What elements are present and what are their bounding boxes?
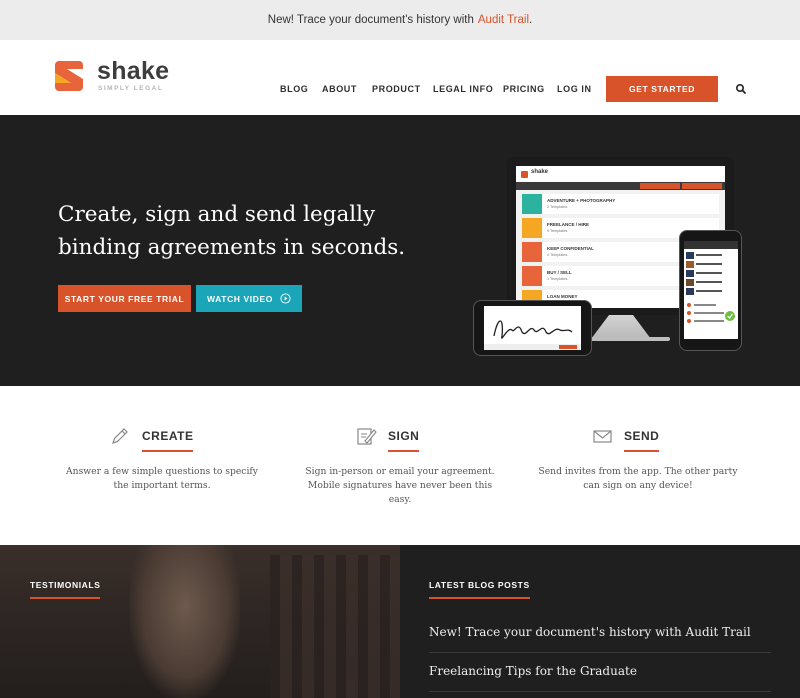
nav-pricing[interactable]: PRICING [503,84,545,94]
search-icon[interactable] [735,83,747,95]
post-divider [429,691,771,692]
post-divider [429,652,771,653]
nav-about[interactable]: ABOUT [322,84,357,94]
blog-panel: LATEST BLOG POSTS New! Trace your docume… [400,545,800,698]
phone-landscape-mockup [473,300,592,356]
envelope-icon [593,430,612,443]
watch-video-button[interactable]: WATCH VIDEO [196,285,302,312]
announcement-suffix: . [529,14,533,26]
signature-scribble [484,320,581,350]
feature-title: CREATE [142,429,194,452]
pencil-icon [112,428,128,444]
announcement-bar: New! Trace your document's history with … [0,0,800,40]
nav-log-in[interactable]: LOG IN [557,84,592,94]
feature-header: CREATE [110,426,194,452]
start-free-trial-button[interactable]: START YOUR FREE TRIAL [58,285,191,312]
blog-post-link[interactable]: New! Trace your document's history with … [429,625,771,639]
sign-document-icon [357,428,377,445]
bottom-section: TESTIMONIALS LATEST BLOG POSTS New! Trac… [0,545,800,698]
testimonials-panel: TESTIMONIALS [0,545,400,698]
feature-description: Send invites from the app. The other par… [538,466,738,491]
nav-legal-info[interactable]: LEGAL INFO [433,84,493,94]
monitor-stand [591,315,651,339]
phone-app-list [684,241,738,323]
signature-screen [484,306,581,350]
feature-header: SEND [592,426,660,452]
feature-title: SIGN [388,429,420,452]
brand-tagline: SIMPLY LEGAL [98,85,164,92]
nav-product[interactable]: PRODUCT [372,84,421,94]
get-started-button[interactable]: GET STARTED [606,76,718,102]
hero-section: Create, sign and send legally binding ag… [0,115,800,386]
feature-title: SEND [624,429,660,452]
feature-description: Sign in-person or email your agreement. … [305,466,495,505]
latest-blog-posts-label: LATEST BLOG POSTS [429,580,530,599]
nav-blog[interactable]: BLOG [280,84,308,94]
feature-header: SIGN [356,426,420,452]
play-circle-icon [280,293,291,304]
features-section: CREATE Answer a few simple questions to … [0,386,800,545]
feature-description: Answer a few simple questions to specify… [66,466,258,491]
hero-headline: Create, sign and send legally binding ag… [58,202,406,260]
blog-post-link[interactable]: Freelancing Tips for the Graduate [429,664,771,678]
phone-screen [684,241,738,339]
shake-logo-icon[interactable] [55,61,83,91]
brand-name[interactable]: shake [97,57,169,86]
background-building-image [270,555,400,698]
testimonial-photo [130,545,240,698]
announcement-text: New! Trace your document's history with [267,14,474,26]
site-header: shake SIMPLY LEGAL BLOG ABOUT PRODUCT LE… [0,40,800,115]
phone-portrait-mockup [679,230,742,351]
app-brand: shake [531,169,549,175]
watch-video-label: WATCH VIDEO [207,293,273,304]
template-row: ADVENTURE + PHOTOGRAPHY 2 Templates [522,194,719,214]
audit-trail-link[interactable]: Audit Trail [478,14,529,26]
testimonials-label: TESTIMONIALS [30,580,101,599]
